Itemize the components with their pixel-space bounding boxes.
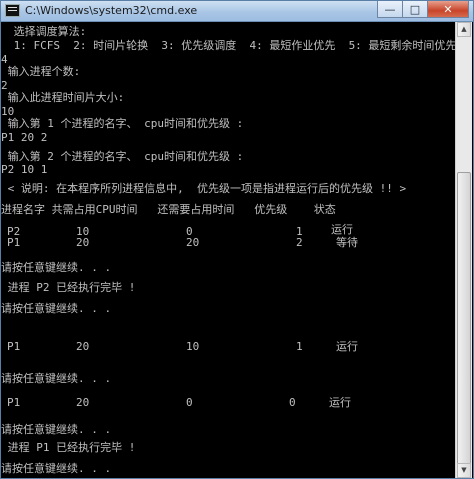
scroll-up-arrow-icon[interactable]: ▲ <box>457 22 471 37</box>
press-any-key: 请按任意键继续. . . <box>1 372 112 385</box>
console-line: P2 10 1 <box>1 163 48 176</box>
close-button[interactable]: ✕ <box>427 1 469 18</box>
press-any-key: 请按任意键继续. . . <box>1 302 112 315</box>
console-line: 1: FCFS 2: 时间片轮换 3: 优先级调度 4: 最短作业优先 5: 最… <box>7 39 457 52</box>
maximize-button[interactable]: □ <box>402 1 428 18</box>
title-bar[interactable]: C:\Windows\system32\cmd.exe — □ ✕ <box>1 1 473 22</box>
press-any-key: 请按任意键继续. . . <box>1 423 112 436</box>
cmd-window: C:\Windows\system32\cmd.exe — □ ✕ 选择调度算法… <box>0 0 474 479</box>
console-line: < 说明: 在本程序所列进程信息中, 优先级一项是指进程运行后的优先级 !! > <box>1 182 407 195</box>
console-icon[interactable] <box>5 4 20 17</box>
window-controls: — □ ✕ <box>377 1 469 19</box>
console-line: 输入此进程时间片大小: <box>1 91 125 104</box>
press-any-key: 请按任意键继续. . . <box>1 462 112 475</box>
scroll-down-arrow-icon[interactable]: ▼ <box>457 463 471 478</box>
vertical-scrollbar[interactable]: ▲ ▼ <box>455 22 472 478</box>
table-header: 进程名字 共需占用CPU时间 还需要占用时间 优先级 状态 <box>1 203 336 216</box>
process-finished: 进程 P2 已经执行完毕 ! <box>1 281 136 294</box>
scrollbar-thumb[interactable] <box>457 172 471 472</box>
process-finished: 进程 P1 已经执行完毕 ! <box>1 441 136 454</box>
console-line: P1 20 2 <box>1 131 48 144</box>
press-any-key: 请按任意键继续. . . <box>1 261 112 274</box>
console-line: 选择调度算法: <box>7 25 87 38</box>
minimize-button[interactable]: — <box>377 1 403 18</box>
console-line: 输入进程个数: <box>1 65 81 78</box>
console-line: 输入第 1 个进程的名字、 cpu时间和优先级 : <box>1 117 244 130</box>
window-title: C:\Windows\system32\cmd.exe <box>25 4 198 17</box>
console-line: 输入第 2 个进程的名字、 cpu时间和优先级 : <box>1 150 244 163</box>
console-output[interactable]: 选择调度算法: 1: FCFS 2: 时间片轮换 3: 优先级调度 4: 最短作… <box>1 22 457 478</box>
